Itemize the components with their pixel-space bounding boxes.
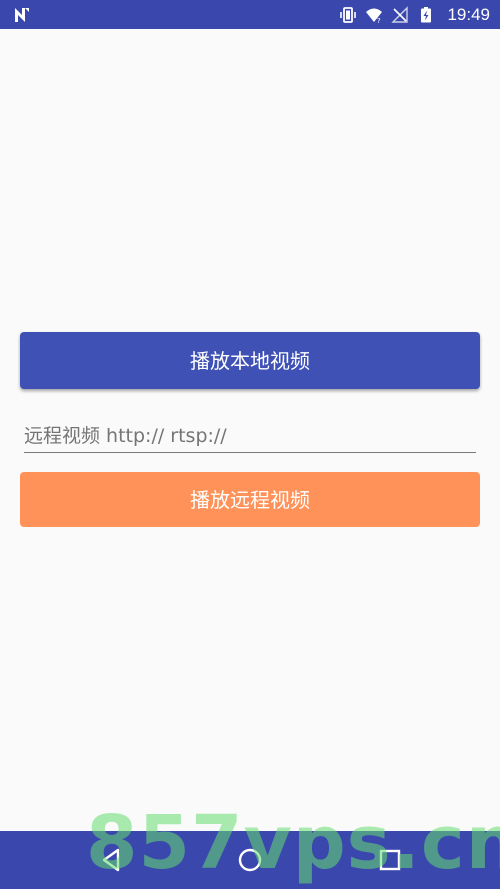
no-signal-icon xyxy=(391,5,409,23)
play-remote-video-button[interactable]: 播放远程视频 xyxy=(20,472,480,527)
status-icons: ? 19:49 xyxy=(339,0,490,29)
status-time: 19:49 xyxy=(447,4,490,24)
home-icon[interactable] xyxy=(235,845,265,875)
remote-url-input[interactable] xyxy=(24,420,476,453)
back-icon[interactable] xyxy=(96,845,126,875)
app-screen: ? 19:49 播放本地视频 播放远程视频 857vps.cn xyxy=(0,0,500,889)
svg-text:?: ? xyxy=(377,17,381,24)
notification-n-icon xyxy=(15,8,29,22)
vibrate-icon xyxy=(340,6,357,23)
navigation-bar xyxy=(0,831,500,889)
recents-icon[interactable] xyxy=(375,845,405,875)
battery-charging-icon xyxy=(421,6,432,22)
wifi-icon: ? xyxy=(366,8,383,24)
play-local-video-button[interactable]: 播放本地视频 xyxy=(20,332,480,389)
status-bar: ? 19:49 xyxy=(0,0,500,29)
